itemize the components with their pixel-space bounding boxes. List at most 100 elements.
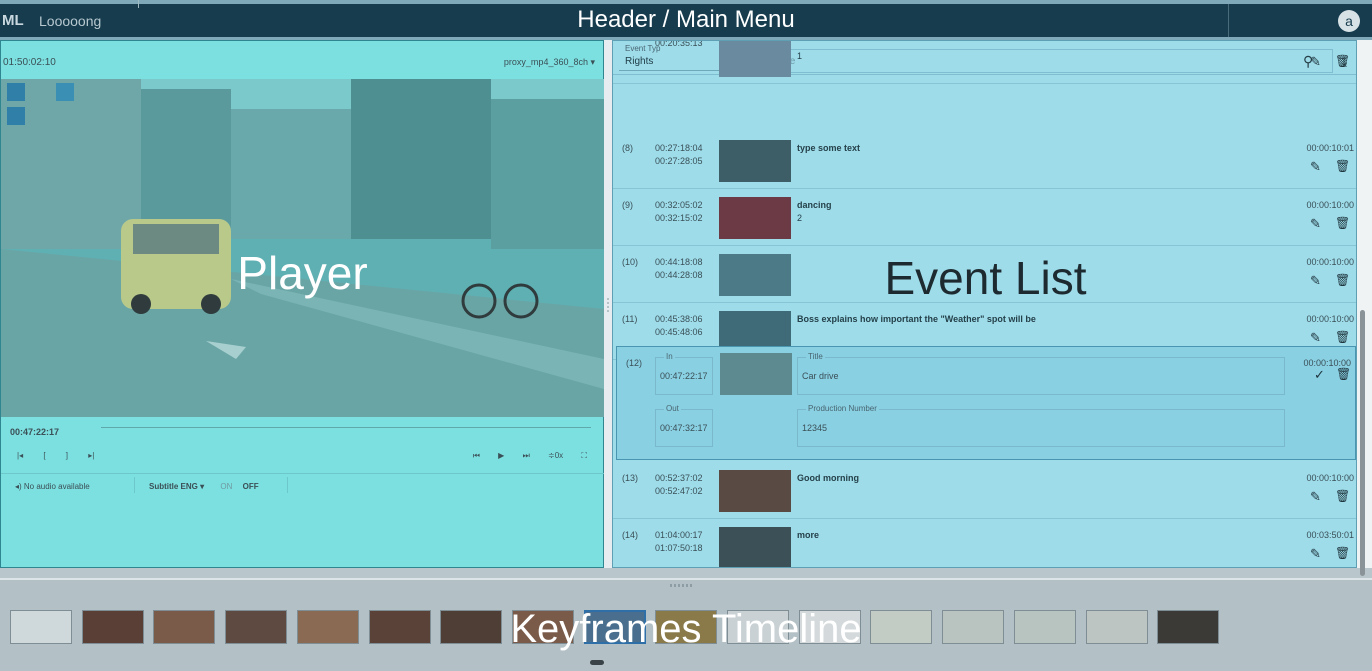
event-title: dancing bbox=[797, 200, 832, 210]
event-subtitle: 1 bbox=[797, 51, 803, 61]
out-field[interactable]: Out 00:47:32:17 bbox=[655, 404, 713, 447]
event-row[interactable]: (13) 00:52:37:02 00:52:47:02 Good morning 00… bbox=[613, 462, 1356, 519]
timeline-resize-grip[interactable] bbox=[670, 584, 694, 587]
current-timecode: 00:47:22:17 bbox=[10, 427, 60, 437]
event-thumbnail[interactable] bbox=[719, 140, 791, 182]
speed-control[interactable]: ≑0x bbox=[548, 451, 563, 460]
edit-icon[interactable]: ✎ bbox=[1310, 489, 1321, 505]
edit-icon[interactable]: ✎ bbox=[1310, 54, 1321, 70]
delete-icon[interactable]: 🗑 bbox=[1335, 216, 1350, 230]
event-duration: 00:00:10:00 bbox=[1306, 473, 1354, 483]
event-out-timecode: 01:07:50:18 bbox=[655, 543, 703, 553]
user-avatar[interactable]: a bbox=[1338, 10, 1360, 32]
player-timecode-top: 01:50:02:10 bbox=[3, 57, 56, 68]
event-duration: 00:00:10:01 bbox=[1306, 143, 1354, 153]
event-duration: 00:00:10:00 bbox=[1306, 314, 1354, 324]
check-icon[interactable]: ✓ bbox=[1314, 367, 1325, 383]
scrub-bar[interactable] bbox=[101, 427, 591, 428]
bracket-out-button[interactable]: ] bbox=[66, 451, 68, 460]
out-field-value[interactable]: 00:47:32:17 bbox=[660, 423, 708, 433]
title-field-label: Title bbox=[806, 352, 825, 361]
play-icon[interactable]: ▶ bbox=[498, 451, 504, 460]
event-thumbnail[interactable] bbox=[719, 527, 791, 567]
event-list-region-label: Event List bbox=[884, 252, 1087, 304]
event-out-timecode: 00:52:47:02 bbox=[655, 486, 703, 496]
event-out-timecode: 00:45:48:06 bbox=[655, 327, 703, 337]
panel-splitter[interactable] bbox=[604, 40, 612, 568]
event-out-timecode: 00:27:28:05 bbox=[655, 156, 703, 166]
event-in-timecode: 00:32:05:02 bbox=[655, 200, 703, 210]
bracket-in-button[interactable]: [ bbox=[43, 451, 45, 460]
prev-frame-icon[interactable]: ⏮ bbox=[473, 451, 480, 460]
event-row-editing[interactable]: (12) In 00:47:22:17 Out 00:47:32:17 Title Car … bbox=[616, 346, 1356, 460]
event-thumbnail[interactable] bbox=[720, 353, 792, 395]
event-subtitle: 2 bbox=[797, 213, 803, 223]
event-index: (14) bbox=[622, 530, 639, 540]
delete-icon[interactable]: 🗑 bbox=[1335, 54, 1350, 68]
event-in-timecode: 01:04:00:17 bbox=[655, 530, 703, 540]
splitter-grip[interactable] bbox=[607, 298, 609, 312]
next-frame-icon[interactable]: ⏭ bbox=[523, 451, 530, 460]
playback-controls: ⏮ ▶ ⏭ ≑0x ⛶ bbox=[457, 451, 587, 461]
player-panel: 01:50:02:10 proxy_mp4_360_8ch ▾ Player 0… bbox=[0, 40, 604, 568]
title-field[interactable]: Title Car drive bbox=[797, 352, 1285, 395]
event-in-timecode: 00:52:37:02 bbox=[655, 473, 703, 483]
header-main-menu: ML Looooong Header / Main Menu a bbox=[0, 0, 1372, 40]
scrollbar-thumb[interactable] bbox=[1360, 310, 1365, 576]
player-region-label: Player bbox=[237, 247, 368, 299]
delete-icon[interactable]: 🗑 bbox=[1335, 159, 1350, 173]
edit-icon[interactable]: ✎ bbox=[1310, 216, 1321, 232]
delete-icon[interactable]: 🗑 bbox=[1335, 546, 1350, 560]
production-number-field[interactable]: Production Number 12345 bbox=[797, 404, 1285, 447]
delete-icon[interactable]: 🗑 bbox=[1336, 367, 1351, 381]
player-separator bbox=[287, 477, 288, 493]
keyframes-timeline: Keyframes Timeline bbox=[0, 578, 1372, 671]
mark-controls: |◂ [ ] ▸| bbox=[17, 451, 112, 460]
event-duration: 00:00:10:00 bbox=[1306, 200, 1354, 210]
event-list-panel: Event Typ Rights ▼ Suche ⚲ ⤓ 00:20:35:13… bbox=[612, 40, 1357, 568]
event-thumbnail[interactable] bbox=[719, 470, 791, 512]
event-thumbnail[interactable] bbox=[719, 41, 791, 77]
in-field-value[interactable]: 00:47:22:17 bbox=[660, 371, 708, 381]
event-in-timecode: 00:27:18:04 bbox=[655, 143, 703, 153]
timeline-scroll-handle[interactable] bbox=[590, 660, 604, 665]
subtitle-off-toggle[interactable]: OFF bbox=[243, 482, 259, 491]
event-title: type some text bbox=[797, 143, 861, 153]
event-thumbnail[interactable] bbox=[719, 197, 791, 239]
app-window: ML Looooong Header / Main Menu a 01:50:0… bbox=[0, 0, 1372, 671]
event-row[interactable]: 00:20:35:13 1 ✎ 🗑 bbox=[613, 41, 1356, 84]
timeline-region-label: Keyframes Timeline bbox=[510, 607, 862, 651]
header-divider-right bbox=[1228, 4, 1229, 37]
audio-status[interactable]: ◂) No audio available bbox=[15, 482, 90, 491]
event-index: (13) bbox=[622, 473, 639, 483]
fullscreen-icon[interactable]: ⛶ bbox=[581, 451, 587, 460]
header-region-label: Header / Main Menu bbox=[577, 6, 795, 33]
player-divider bbox=[1, 473, 604, 474]
event-row[interactable]: (8) 00:27:18:04 00:27:28:05 type some text 0… bbox=[613, 132, 1356, 189]
event-row[interactable]: (9) 00:32:05:02 00:32:15:02 dancing 2 00:00:1… bbox=[613, 189, 1356, 246]
mark-in-button[interactable]: |◂ bbox=[17, 451, 23, 460]
event-index: (12) bbox=[626, 358, 643, 368]
subtitle-select[interactable]: Subtitle ENG ▾ bbox=[149, 482, 204, 491]
title-field-value[interactable]: Car drive bbox=[802, 371, 839, 381]
proxy-select[interactable]: proxy_mp4_360_8ch ▾ bbox=[504, 57, 595, 68]
edit-icon[interactable]: ✎ bbox=[1310, 546, 1321, 562]
edit-icon[interactable]: ✎ bbox=[1310, 330, 1321, 346]
edit-icon[interactable]: ✎ bbox=[1310, 159, 1321, 175]
delete-icon[interactable]: 🗑 bbox=[1335, 489, 1350, 503]
event-row[interactable]: (14) 01:04:00:17 01:07:50:18 more 00:03:50:0… bbox=[613, 519, 1356, 567]
event-out-timecode: 00:32:15:02 bbox=[655, 213, 703, 223]
event-index: (8) bbox=[622, 143, 633, 153]
in-field[interactable]: In 00:47:22:17 bbox=[655, 352, 713, 395]
event-title: Good morning bbox=[797, 473, 859, 483]
in-field-label: In bbox=[664, 352, 675, 361]
event-index: (9) bbox=[622, 200, 633, 210]
mark-out-button[interactable]: ▸| bbox=[88, 451, 94, 460]
out-field-label: Out bbox=[664, 404, 681, 413]
event-in-timecode: 00:45:38:06 bbox=[655, 314, 703, 324]
event-title: more bbox=[797, 530, 820, 540]
production-number-field-label: Production Number bbox=[806, 404, 879, 413]
subtitle-on-toggle[interactable]: ON bbox=[220, 482, 232, 491]
delete-icon[interactable]: 🗑 bbox=[1335, 330, 1350, 344]
production-number-field-value[interactable]: 12345 bbox=[802, 423, 827, 433]
